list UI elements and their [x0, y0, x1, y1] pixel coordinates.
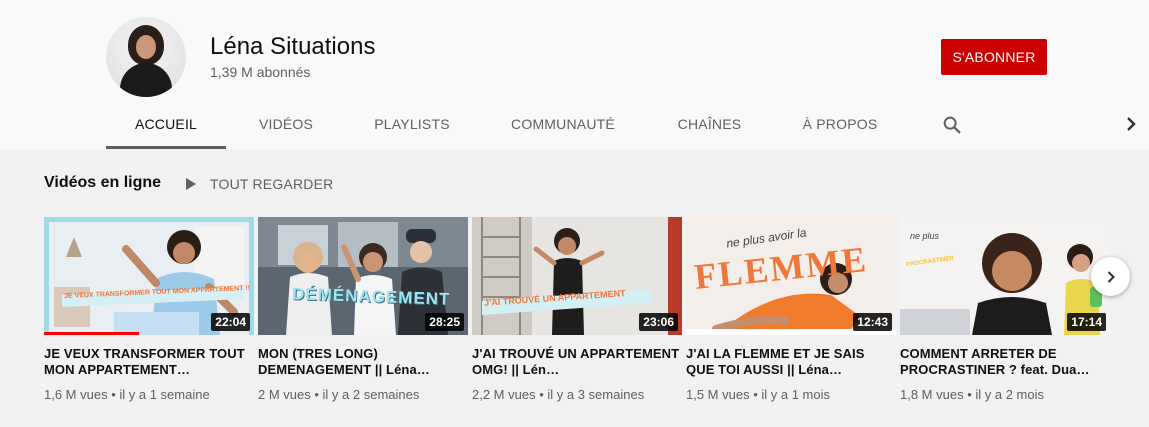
video-duration: 12:43 [853, 313, 892, 331]
video-title[interactable]: J'AI TROUVÉ UN APPARTEMENT OMG! || Lén… [472, 346, 682, 378]
video-age: il y a 1 mois [761, 387, 831, 402]
video-meta: 2,2 M vues • il y a 3 semaines [472, 387, 645, 402]
video-views: 1,5 M vues [686, 387, 750, 402]
tab-videos[interactable]: VIDÉOS [239, 100, 333, 149]
video-title[interactable]: JE VEUX TRANSFORMER TOUT MON APPARTEMENT… [44, 346, 254, 378]
search-icon[interactable] [941, 114, 963, 136]
play-all-label: TOUT REGARDER [210, 176, 334, 192]
video-title[interactable]: COMMENT ARRETER DE PROCRASTINER ? feat. … [900, 346, 1110, 378]
thumbnail-script: ne plus [910, 231, 940, 241]
video-views: 1,8 M vues [900, 387, 964, 402]
video-card[interactable]: JE VEUX TRANSFORMER TOUT MON APPARTEMENT… [44, 217, 254, 403]
shelf-title: Vidéos en ligne [44, 174, 162, 191]
video-duration: 22:04 [211, 313, 250, 331]
video-card[interactable]: DÉMÉNAGEMENT 28:25 MON (TRES LONG) DEMEN… [258, 217, 468, 403]
avatar-body [120, 63, 172, 97]
video-age: il y a 2 mois [975, 387, 1045, 402]
tab-a-propos[interactable]: À PROPOS [791, 100, 889, 149]
video-meta: 1,8 M vues • il y a 2 mois [900, 387, 1045, 402]
video-meta: 1,5 M vues • il y a 1 mois [686, 387, 831, 402]
video-thumbnail[interactable]: ne plus avoir la FLEMME 12:43 [686, 217, 896, 335]
avatar-face [136, 35, 156, 59]
video-duration: 17:14 [1067, 313, 1106, 331]
video-age: il y a 1 semaine [119, 387, 210, 402]
video-thumbnail[interactable]: JE VEUX TRANSFORMER TOUT MON APPARTEMENT… [44, 217, 254, 335]
subscriber-count: 1,39 M abonnés [210, 64, 311, 80]
watch-progress-bar [44, 332, 139, 335]
video-views: 1,6 M vues [44, 387, 108, 402]
channel-tabs: ACCUEIL VIDÉOS PLAYLISTS COMMUNAUTÉ CHAÎ… [0, 100, 1149, 149]
channel-avatar[interactable] [106, 17, 186, 97]
subscribe-button[interactable]: S'ABONNER [941, 39, 1047, 75]
tab-chaines[interactable]: CHAÎNES [664, 100, 755, 149]
video-card[interactable]: ne plus avoir la FLEMME 12:43 J'AI LA FL… [686, 217, 896, 403]
video-duration: 28:25 [425, 313, 464, 331]
video-age: il y a 3 semaines [547, 387, 645, 402]
chevron-right-icon[interactable] [1119, 112, 1143, 136]
video-card[interactable]: ne plus PROCRASTINER 17:14 COMMENT ARRET… [900, 217, 1110, 403]
video-title[interactable]: J'AI LA FLEMME ET JE SAIS QUE TOI AUSSI … [686, 346, 896, 378]
video-thumbnail[interactable]: J'AI TROUVÉ UN APPARTEMENT 23:06 [472, 217, 682, 335]
carousel-next-button[interactable] [1091, 257, 1130, 296]
play-icon [186, 178, 196, 190]
video-thumbnail[interactable]: DÉMÉNAGEMENT 28:25 [258, 217, 468, 335]
tab-accueil[interactable]: ACCUEIL [106, 100, 226, 149]
video-duration: 23:06 [639, 313, 678, 331]
video-thumbnail[interactable]: ne plus PROCRASTINER 17:14 [900, 217, 1110, 335]
tab-communaute[interactable]: COMMUNAUTÉ [499, 100, 627, 149]
play-all-button[interactable]: TOUT REGARDER [182, 173, 333, 195]
chevron-right-icon [1107, 270, 1115, 283]
video-card[interactable]: J'AI TROUVÉ UN APPARTEMENT 23:06 J'AI TR… [472, 217, 682, 403]
video-title[interactable]: MON (TRES LONG) DEMENAGEMENT || Léna… [258, 346, 468, 378]
video-meta: 1,6 M vues • il y a 1 semaine [44, 387, 210, 402]
video-views: 2 M vues [258, 387, 311, 402]
video-views: 2,2 M vues [472, 387, 536, 402]
tab-playlists[interactable]: PLAYLISTS [362, 100, 462, 149]
video-meta: 2 M vues • il y a 2 semaines [258, 387, 420, 402]
video-age: il y a 2 semaines [322, 387, 420, 402]
channel-header: Léna Situations 1,39 M abonnés S'ABONNER… [0, 0, 1149, 149]
channel-name: Léna Situations [210, 33, 376, 60]
